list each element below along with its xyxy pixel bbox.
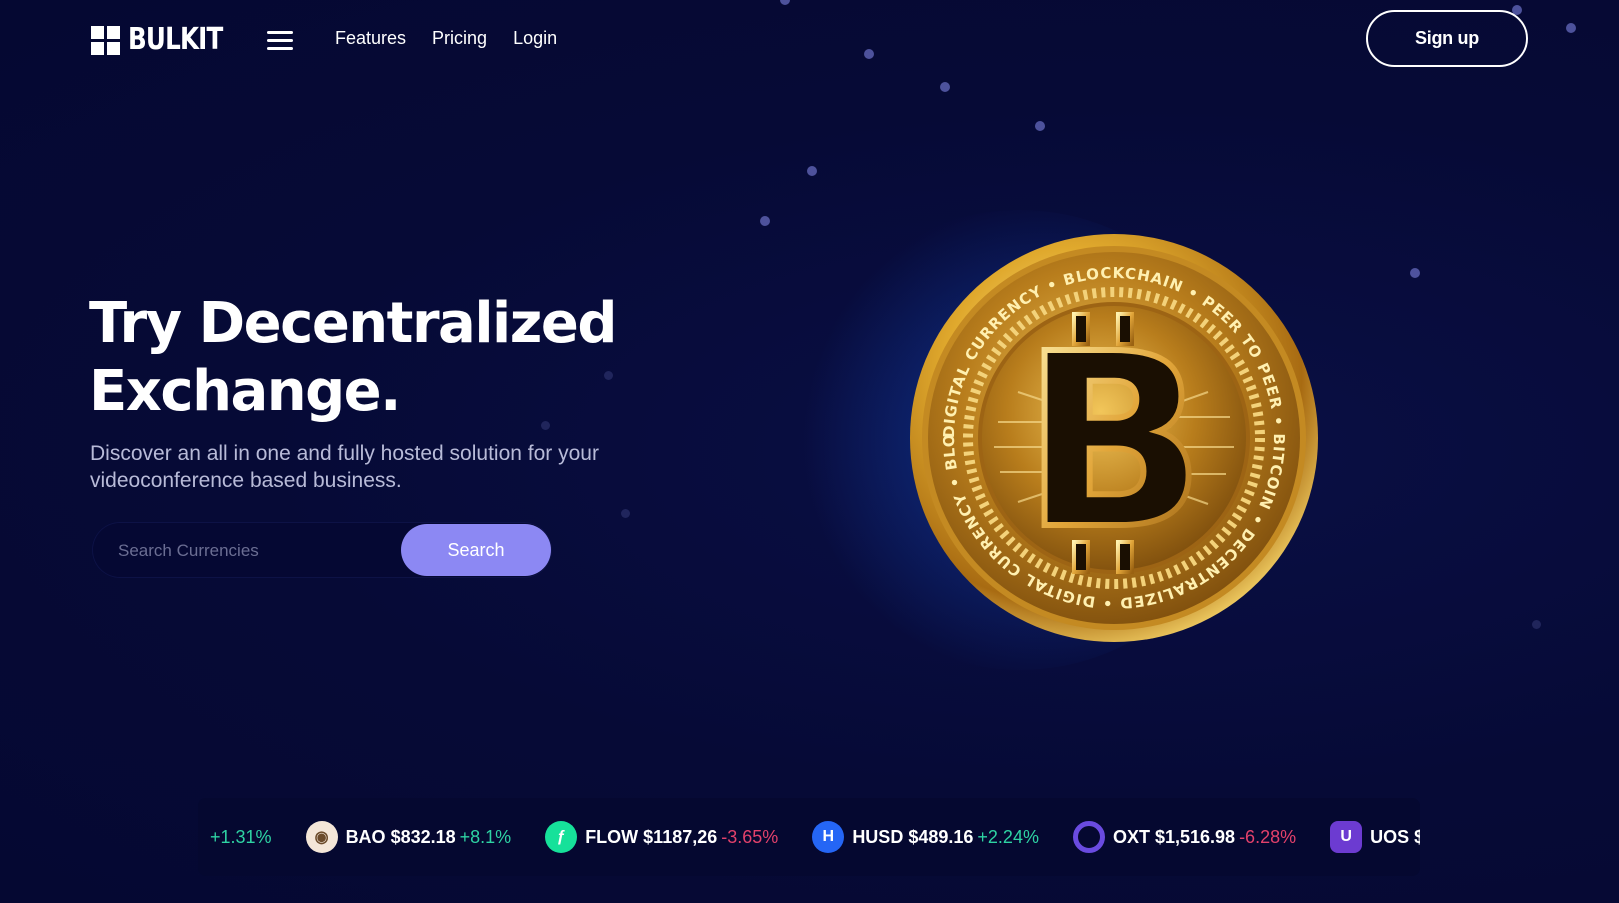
hero-subtitle: Discover an all in one and fully hosted … [90,442,599,492]
ticker-price: $489.16 [903,826,974,847]
ticker-price: $1187,26 [638,826,718,847]
signup-button[interactable]: Sign up [1366,10,1528,67]
brand-logo[interactable]: BULKIT [91,22,243,58]
ticker-item-uos[interactable]: U UOS $948 [1330,821,1420,853]
price-ticker: +1.31% ◉ BAO $832.18 +8.1% ƒ FLOW $1187,26 -3… [198,798,1420,876]
flow-icon: ƒ [545,821,578,853]
nav-link-features[interactable]: Features [335,28,406,49]
ticker-change: +8.1% [459,826,512,847]
coin-symbol: B [1023,302,1206,582]
bao-icon: ◉ [305,821,338,853]
ticker-leading-change: +1.31% [210,826,272,847]
oxt-icon [1072,821,1105,853]
particle [621,509,630,518]
ticker-change: +2.24% [977,826,1039,847]
particle [1035,121,1045,131]
particle [807,166,817,176]
nav-link-pricing[interactable]: Pricing [432,28,487,49]
ticker-price: $1,516.98 [1149,826,1236,847]
ticker-symbol: HUSD [852,826,904,847]
uos-icon: U [1330,821,1363,853]
logo-grid-icon [91,25,120,55]
bitcoin-icon: DIGITAL CURRENCY • BLOCKCHAIN • PEER TO … [901,218,1318,642]
ticker-item-oxt[interactable]: OXT $1,516.98 -6.28% [1072,821,1297,853]
ticker-change: -3.65% [721,826,779,847]
ticker-price: $832.18 [385,826,456,847]
ticker-item-bao[interactable]: ◉ BAO $832.18 +8.1% [305,821,512,853]
top-navbar: BULKIT Features Pricing Login Sign up [0,0,1619,80]
ticker-symbol: BAO [345,826,386,847]
ticker-price: $948 [1414,826,1420,847]
ticker-track: +1.31% ◉ BAO $832.18 +8.1% ƒ FLOW $1187,26 -3… [210,798,1420,876]
currency-search-bar: Search [92,522,552,580]
bitcoin-coin-illustration: DIGITAL CURRENCY • BLOCKCHAIN • PEER TO … [901,218,1320,644]
ticker-symbol: OXT [1112,826,1150,847]
hamburger-menu-icon[interactable] [267,30,293,50]
search-button[interactable]: Search [401,524,551,576]
ticker-item-flow[interactable]: ƒ FLOW $1187,26 -3.65% [545,821,778,853]
currency-search-input[interactable] [116,522,390,580]
hero-title-line2: Exchange. [89,359,401,424]
particle [1532,620,1541,629]
landing-page: BULKIT Features Pricing Login Sign up Tr… [0,0,1619,903]
particle [1410,268,1420,278]
particle [760,216,770,226]
hero-title: Try Decentralized Exchange. [89,290,729,426]
brand-name: BULKIT [128,22,223,57]
ticker-symbol: UOS [1370,826,1410,847]
ticker-change: -6.28% [1239,826,1297,847]
nav-link-login[interactable]: Login [513,28,557,49]
hero-title-line1: Try Decentralized [89,291,617,356]
main-nav: Features Pricing Login [335,28,557,49]
ticker-symbol: FLOW [585,826,639,847]
ticker-item-husd[interactable]: H HUSD $489.16 +2.24% [812,821,1039,853]
particle [940,82,950,92]
husd-icon: H [812,821,845,853]
